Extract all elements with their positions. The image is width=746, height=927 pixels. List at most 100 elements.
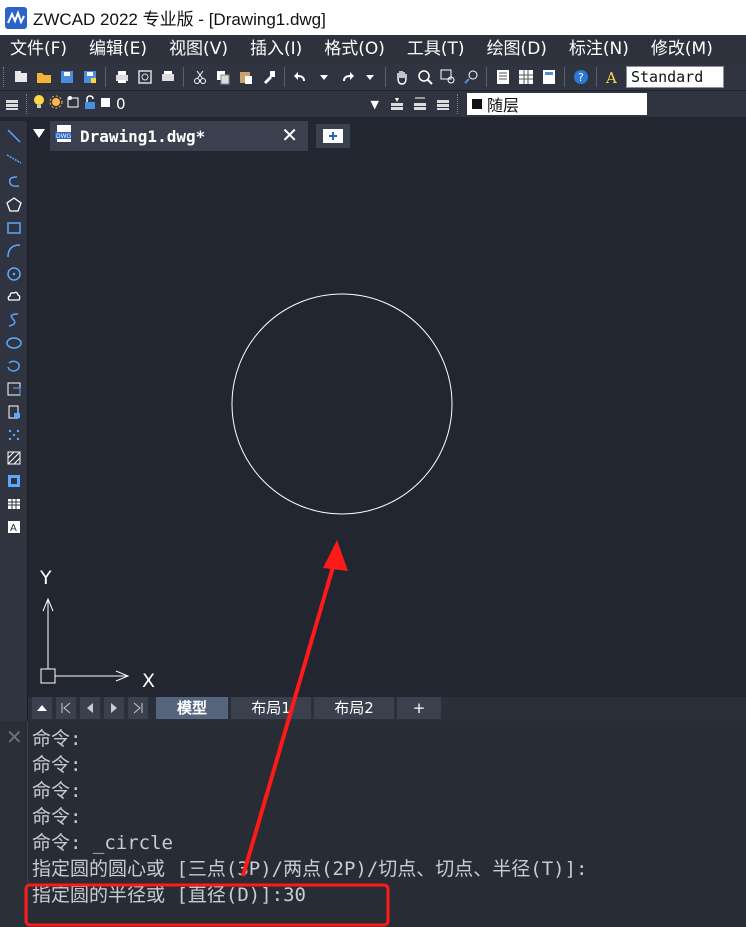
polygon-icon[interactable] xyxy=(2,194,26,215)
new-drawing-tab-button[interactable] xyxy=(316,124,350,148)
command-history-line: 命令: xyxy=(32,754,82,776)
chevron-down-icon[interactable]: ▼ xyxy=(371,98,379,111)
menu-view[interactable]: 视图(V) xyxy=(158,35,239,63)
cut-icon[interactable] xyxy=(190,67,209,87)
pan-hand-icon[interactable] xyxy=(392,67,411,87)
paste-icon[interactable] xyxy=(236,67,255,87)
ellipse-icon[interactable] xyxy=(2,332,26,353)
svg-text:DWG: DWG xyxy=(56,133,72,140)
layout-scroll-up-icon[interactable] xyxy=(32,697,52,719)
layer-viewport-freeze-icon[interactable] xyxy=(66,94,80,114)
toolbar-separator xyxy=(486,66,487,87)
command-history-line: 指定圆的圆心或 [三点(3P)/两点(2P)/切点、切点、半径(T)]: xyxy=(32,858,588,880)
last-layout-icon[interactable] xyxy=(128,697,148,719)
toolbar-grip[interactable] xyxy=(457,94,460,114)
color-select[interactable]: 随层 xyxy=(467,93,647,115)
menu-insert[interactable]: 插入(I) xyxy=(239,35,313,63)
plot-icon[interactable] xyxy=(158,67,177,87)
menu-format[interactable]: 格式(O) xyxy=(313,35,396,63)
menu-tools[interactable]: 工具(T) xyxy=(396,35,476,63)
tab-menu-triangle-icon[interactable] xyxy=(33,129,45,138)
layer-color-swatch-icon xyxy=(100,94,112,114)
ucs-y-label: Y xyxy=(39,567,52,589)
layer-unlock-icon[interactable] xyxy=(83,94,97,114)
point-icon[interactable] xyxy=(2,424,26,445)
print-icon[interactable] xyxy=(112,67,131,87)
command-line-grip[interactable] xyxy=(0,721,28,927)
gradient-icon[interactable] xyxy=(2,470,26,491)
text-style-select[interactable]: Standard xyxy=(626,65,724,88)
arc-icon[interactable] xyxy=(2,240,26,261)
redo-icon[interactable] xyxy=(337,67,356,87)
layer-previous-icon[interactable] xyxy=(410,94,429,114)
next-layout-icon[interactable] xyxy=(104,697,124,719)
color-swatch xyxy=(472,99,482,109)
ellipse-arc-icon[interactable] xyxy=(2,355,26,376)
first-layout-icon[interactable] xyxy=(56,697,76,719)
command-history: 命令: 命令: 命令: 命令: 命令: _circle 指定圆的圆心或 [三点(… xyxy=(32,726,587,908)
help-icon[interactable]: ? xyxy=(571,67,590,87)
drawing-canvas[interactable]: Y X xyxy=(28,151,746,697)
command-history-line: 命令: xyxy=(32,780,82,802)
toolbar-grip[interactable] xyxy=(26,94,29,114)
close-icon[interactable]: ✕ xyxy=(6,725,23,749)
layer-states-icon[interactable] xyxy=(433,94,452,114)
layer-select[interactable]: 0 ▼ xyxy=(32,93,385,115)
tab-drawing1[interactable]: DWG Drawing1.dwg* ✕ xyxy=(50,121,308,151)
print-preview-icon[interactable] xyxy=(135,67,154,87)
layer-manager-icon[interactable] xyxy=(2,94,21,114)
menu-dimension[interactable]: 标注(N) xyxy=(558,35,640,63)
multiline-text-icon[interactable]: A xyxy=(2,516,26,537)
command-line-window[interactable]: ✕ 命令: 命令: 命令: 命令: 命令: _circle 指定圆的圆心或 [三… xyxy=(0,721,746,927)
save-as-icon[interactable] xyxy=(80,67,99,87)
zoom-window-icon[interactable] xyxy=(438,67,457,87)
text-style-icon[interactable]: A xyxy=(603,67,622,87)
polyline-icon[interactable] xyxy=(2,171,26,192)
menu-modify[interactable]: 修改(M) xyxy=(640,35,724,63)
new-file-icon[interactable] xyxy=(11,67,30,87)
tab-layout2[interactable]: 布局2 xyxy=(314,697,394,719)
open-folder-icon[interactable] xyxy=(34,67,53,87)
xline-icon[interactable] xyxy=(2,148,26,169)
revision-cloud-icon[interactable] xyxy=(2,286,26,307)
redo-dropdown-icon[interactable] xyxy=(360,67,379,87)
command-input-line[interactable]: 指定圆的半径或 [直径(D)]:30 xyxy=(32,882,587,908)
menu-edit[interactable]: 编辑(E) xyxy=(78,35,158,63)
save-icon[interactable] xyxy=(57,67,76,87)
design-center-icon[interactable] xyxy=(516,67,535,87)
table-icon[interactable] xyxy=(2,493,26,514)
svg-text:A: A xyxy=(605,69,617,85)
tab-model[interactable]: 模型 xyxy=(156,697,228,719)
insert-block-icon[interactable] xyxy=(2,378,26,399)
copy-icon[interactable] xyxy=(213,67,232,87)
circle-icon[interactable] xyxy=(2,263,26,284)
undo-dropdown-icon[interactable] xyxy=(314,67,333,87)
previous-layout-icon[interactable] xyxy=(80,697,100,719)
tab-label: Drawing1.dwg* xyxy=(80,126,206,146)
menu-file[interactable]: 文件(F) xyxy=(0,35,78,63)
document-tab-bar: DWG Drawing1.dwg* ✕ xyxy=(28,121,746,151)
make-layer-current-icon[interactable] xyxy=(387,94,406,114)
add-layout-button[interactable]: + xyxy=(397,697,441,719)
ucs-icon xyxy=(40,597,130,684)
match-properties-icon[interactable] xyxy=(259,67,278,87)
spline-icon[interactable] xyxy=(2,309,26,330)
properties-icon[interactable] xyxy=(493,67,512,87)
make-block-icon[interactable] xyxy=(2,401,26,422)
menu-draw[interactable]: 绘图(D) xyxy=(476,35,558,63)
layer-thaw-sun-icon[interactable] xyxy=(49,94,63,114)
zoom-previous-icon[interactable] xyxy=(461,67,480,87)
close-icon[interactable]: ✕ xyxy=(281,124,298,146)
undo-icon[interactable] xyxy=(291,67,310,87)
tab-layout1[interactable]: 布局1 xyxy=(231,697,311,719)
layer-on-lightbulb-icon[interactable] xyxy=(32,94,46,114)
circle-entity[interactable] xyxy=(231,293,453,515)
toolbar-grip[interactable] xyxy=(3,66,6,87)
hatch-icon[interactable] xyxy=(2,447,26,468)
toolbar-separator xyxy=(284,66,285,87)
tool-palettes-icon[interactable] xyxy=(539,67,558,87)
zoom-realtime-icon[interactable] xyxy=(415,67,434,87)
toolbar-separator xyxy=(564,66,565,87)
rectangle-icon[interactable] xyxy=(2,217,26,238)
line-icon[interactable] xyxy=(2,125,26,146)
